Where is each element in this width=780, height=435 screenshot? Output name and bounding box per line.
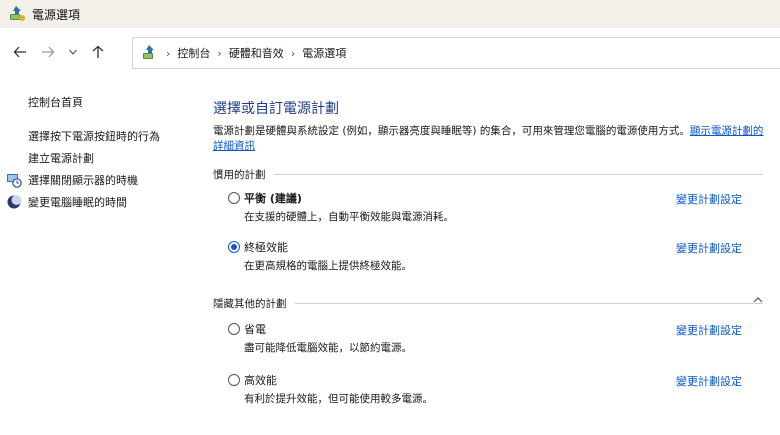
plan-ultimate-radio[interactable] [228, 241, 240, 253]
moon-sleep-icon [6, 194, 22, 210]
section-label: 慣用的計劃 [213, 169, 266, 181]
breadcrumb-separator: › [290, 46, 296, 60]
plan-power-saver: 省電 盡可能降低電腦效能，以節約電源。 [228, 321, 748, 355]
arrow-up-icon [92, 45, 104, 58]
breadcrumb-hardware-sound[interactable]: 硬體和音效 [229, 45, 284, 61]
sidebar-create-power-plan[interactable]: 建立電源計劃 [28, 150, 94, 166]
plan-description: 有利於提升效能，但可能使用較多電源。 [244, 393, 433, 405]
plan-ultimate-performance: 終極效能 在更高規格的電腦上提供終極效能。 [228, 239, 748, 273]
change-plan-settings-balanced[interactable]: 變更計劃設定 [676, 191, 742, 207]
window-title: 電源選項 [32, 7, 81, 22]
plan-name: 平衡 (建議) [244, 192, 302, 205]
plan-description: 在支援的硬體上，自動平衡效能與電源消耗。 [244, 211, 454, 223]
breadcrumb-separator: › [166, 46, 171, 60]
section-label: 隱藏其他的計劃 [213, 298, 287, 310]
title-bar: 電源選項 [0, 0, 780, 28]
up-button[interactable] [84, 38, 112, 66]
change-plan-settings-ultimate[interactable]: 變更計劃設定 [676, 240, 742, 256]
change-plan-settings-high-performance[interactable]: 變更計劃設定 [676, 373, 742, 389]
preferred-plans-header: 慣用的計劃 [213, 167, 763, 182]
arrow-left-icon [13, 46, 26, 58]
breadcrumb-power-options[interactable]: 電源選項 [302, 45, 346, 61]
forward-button[interactable] [34, 38, 62, 66]
control-panel-icon [141, 44, 159, 62]
plan-balanced: 平衡 (建議) 在支援的硬體上，自動平衡效能與電源消耗。 [228, 190, 748, 224]
plan-high-performance: 高效能 有利於提升效能，但可能使用較多電源。 [228, 372, 748, 406]
plan-power-saver-radio[interactable] [228, 323, 240, 335]
plan-name: 高效能 [244, 374, 277, 387]
address-bar[interactable]: › 控制台 › 硬體和音效 › 電源選項 [132, 37, 780, 69]
divider [273, 174, 763, 175]
change-plan-settings-power-saver[interactable]: 變更計劃設定 [676, 322, 742, 338]
divider [294, 303, 763, 304]
sidebar-change-sleep-time[interactable]: 變更電腦睡眠的時間 [28, 194, 127, 210]
navigation-bar: › 控制台 › 硬體和音效 › 電源選項 [0, 28, 780, 76]
sidebar-power-button-behavior[interactable]: 選擇按下電源按鈕時的行為 [28, 128, 160, 144]
power-options-icon [8, 5, 26, 23]
recent-locations-button[interactable] [62, 38, 84, 66]
arrow-right-icon [42, 46, 55, 58]
plan-balanced-radio[interactable] [228, 192, 240, 204]
plan-description: 在更高規格的電腦上提供終極效能。 [244, 260, 412, 272]
sidebar-turn-off-display[interactable]: 選擇關閉顯示器的時機 [28, 172, 138, 188]
page-description: 電源計劃是硬體與系統設定 (例如，顯示器亮度與睡眠等) 的集合，可用來管理您電腦… [213, 124, 769, 154]
plan-name: 省電 [244, 323, 266, 336]
chevron-up-icon[interactable] [751, 293, 765, 307]
plan-high-performance-radio[interactable] [228, 374, 240, 386]
breadcrumb-separator: › [217, 46, 222, 60]
chevron-down-icon [69, 49, 77, 55]
plan-description: 盡可能降低電腦效能，以節約電源。 [244, 342, 412, 354]
page-title: 選擇或自訂電源計劃 [213, 101, 339, 117]
description-text: 電源計劃是硬體與系統設定 (例如，顯示器亮度與睡眠等) 的集合，可用來管理您電腦… [213, 125, 690, 137]
hidden-plans-header[interactable]: 隱藏其他的計劃 [213, 296, 763, 311]
back-button[interactable] [6, 38, 34, 66]
plan-name: 終極效能 [244, 241, 288, 254]
breadcrumb-control-panel[interactable]: 控制台 [177, 45, 210, 61]
monitor-clock-icon [6, 172, 22, 188]
sidebar-control-panel-home[interactable]: 控制台首頁 [28, 94, 83, 110]
